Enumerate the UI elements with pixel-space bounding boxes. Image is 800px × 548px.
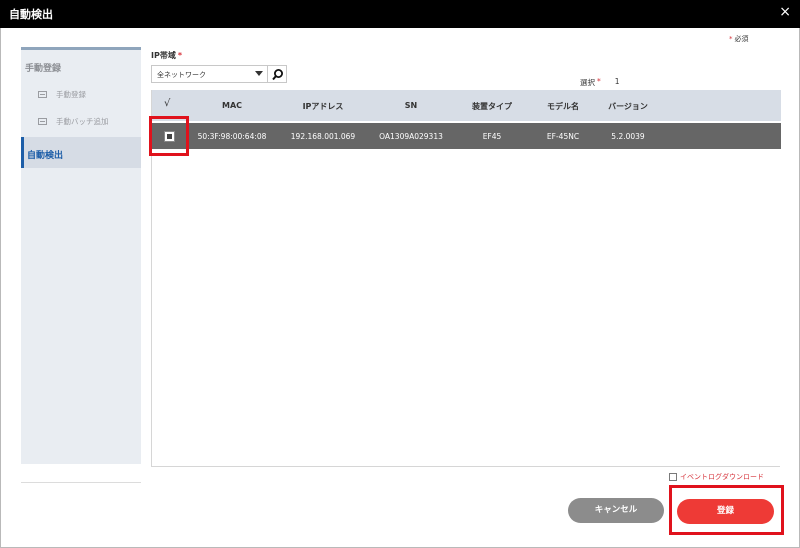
search-button[interactable] [268,65,287,83]
sidebar-item-manual-register[interactable]: 手動登録 [38,87,86,101]
sidebar-group-manual[interactable]: 手動登録 [25,61,61,74]
cell-ip: 192.168.001.069 [290,132,356,141]
register-button[interactable]: 登録 [677,499,774,524]
table-header: √ MAC IPアドレス SN 装置タイプ モデル名 バージョン [152,90,781,121]
cell-version: 5.2.0039 [611,132,645,141]
device-table: √ MAC IPアドレス SN 装置タイプ モデル名 バージョン 50:3F:9… [151,90,781,466]
event-log-checkbox[interactable] [669,473,677,481]
sidebar-divider [21,482,141,483]
column-header-version[interactable]: バージョン [608,101,648,112]
cancel-button[interactable]: キャンセル [568,498,664,523]
column-header-ip[interactable]: IPアドレス [303,101,344,112]
sidebar-top-accent [21,47,141,50]
window-title: 自動検出 [9,8,53,21]
list-icon [38,90,47,98]
sidebar-item-label: 手動バッチ追加 [56,116,109,126]
select-all-header[interactable]: √ [164,98,170,109]
batch-icon [38,117,47,125]
sidebar-item-batch-add[interactable]: 手動バッチ追加 [38,114,109,128]
required-mark: * [729,35,733,43]
selection-count: 選択 * 1 [580,77,620,88]
sidebar-item-label: 自動検出 [27,151,64,161]
cell-type: EF45 [482,132,502,141]
selection-label: 選択 [580,78,595,87]
cell-sn: OA1309A029313 [379,132,443,141]
selection-count-value: 1 [614,77,620,86]
ip-range-label: IP帯域 * [151,50,182,61]
sidebar-item-auto-detect[interactable]: 自動検出 [21,137,141,168]
ip-range-select[interactable]: 全ネットワーク [151,65,268,83]
checkbox-checked-mark [167,134,172,139]
cell-mac: 50:3F:98:00:64:08 [197,132,267,141]
cell-model: EF-45NC [546,132,580,141]
column-header-sn[interactable]: SN [405,101,417,110]
required-mark: * [597,77,601,86]
ip-range-label-text: IP帯域 [151,51,176,60]
close-icon[interactable]: × [779,4,791,20]
row-checkbox[interactable] [164,131,175,142]
chevron-down-icon [255,71,263,76]
title-bar: 自動検出 × [0,0,800,28]
column-header-mac[interactable]: MAC [222,101,242,110]
required-note-text: 必須 [734,35,749,43]
required-mark: * [177,51,183,60]
event-log-label: イベントログダウンロード [680,473,764,481]
sidebar: 手動登録 手動登録 手動バッチ追加 自動検出 [21,47,141,464]
sidebar-item-label: 手動登録 [56,89,86,99]
search-icon [272,69,283,81]
ip-range-select-value: 全ネットワーク [157,71,206,79]
required-note: * 必須 [729,34,749,44]
event-log-download-option[interactable]: イベントログダウンロード [669,472,764,482]
column-header-model[interactable]: モデル名 [547,101,579,112]
table-bottom-border [151,466,780,467]
table-row[interactable]: 50:3F:98:00:64:08 192.168.001.069 OA1309… [152,123,781,149]
column-header-type[interactable]: 装置タイプ [472,101,512,112]
